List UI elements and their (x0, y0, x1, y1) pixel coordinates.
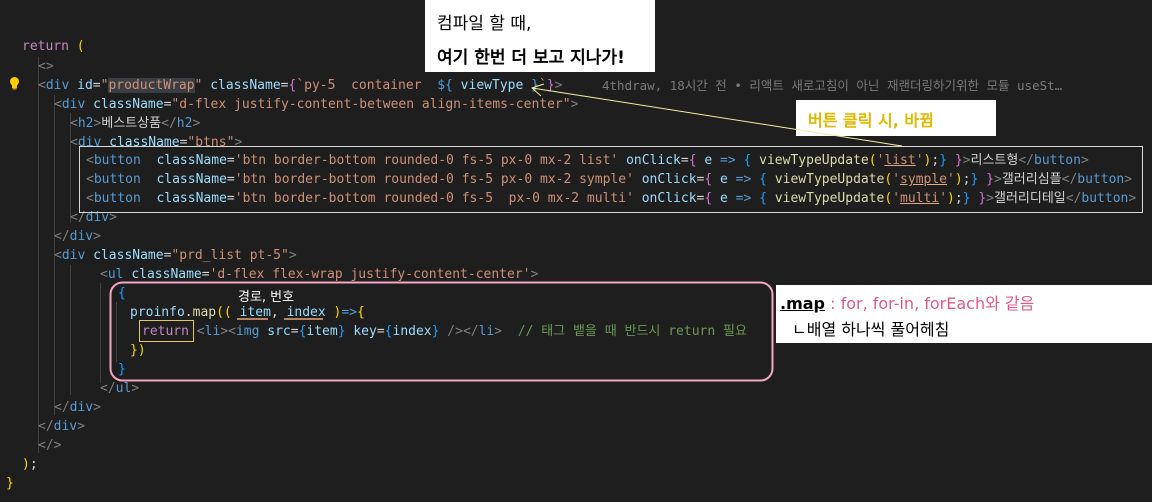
map-highlight-box (109, 281, 774, 382)
buttons-highlight-box (79, 146, 1143, 213)
annotation-overlay (79, 83, 1143, 382)
arrow-line (531, 87, 903, 147)
return-highlight-box (139, 320, 194, 342)
